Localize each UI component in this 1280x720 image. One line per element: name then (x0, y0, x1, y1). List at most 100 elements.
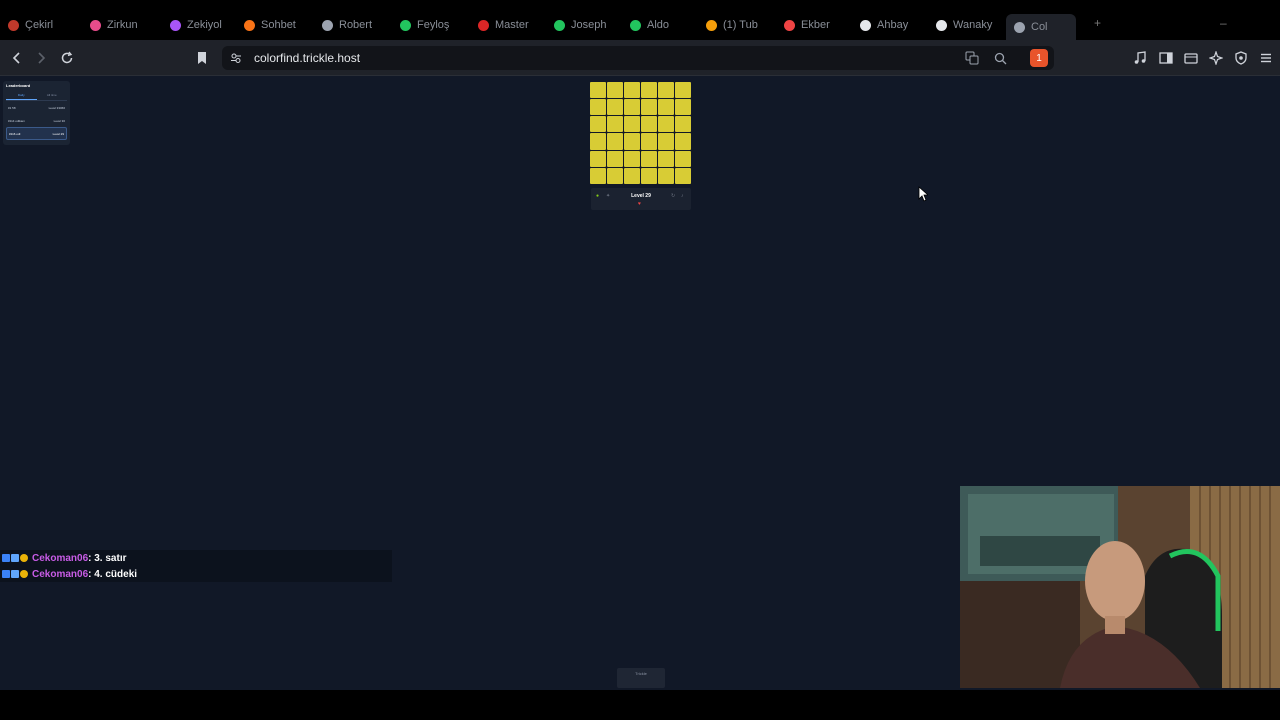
grid-tile[interactable] (641, 82, 657, 99)
grid-tile[interactable] (590, 150, 606, 167)
browser-toolbar: colorfind.trickle.host 1 (0, 40, 1280, 76)
tab-favicon (630, 19, 641, 31)
badge-icon (11, 554, 19, 562)
sound-icon[interactable]: ♪ (681, 193, 684, 199)
leo-ai-icon[interactable] (1206, 48, 1226, 68)
tab-label: Wanaky (953, 19, 993, 31)
grid-tile[interactable] (675, 82, 691, 99)
grid-tile[interactable] (658, 133, 674, 150)
browser-tab[interactable]: Zirkun (90, 14, 154, 36)
heart-icon: ♥ (638, 201, 641, 207)
tab-label: Aldo (647, 19, 670, 31)
grid-tile[interactable] (624, 133, 640, 150)
tab-favicon (400, 19, 411, 31)
browser-tab[interactable]: Çekirl (8, 14, 74, 36)
grid-tile[interactable] (590, 116, 606, 133)
tab-label: Ekber (801, 19, 830, 31)
grid-tile[interactable] (641, 133, 657, 150)
tab-favicon (936, 19, 947, 31)
grid-tile[interactable] (590, 167, 606, 184)
sidebar-icon[interactable] (1156, 48, 1176, 68)
leaderboard-row-current-user: #116 odl Level 29 (6, 127, 67, 140)
brave-shields-icon[interactable]: 1 (1030, 49, 1048, 67)
tab-label: Sohbet (261, 19, 296, 31)
grid-tile[interactable] (658, 82, 674, 99)
browser-tab[interactable]: Feyloş (400, 14, 464, 36)
trickle-badge[interactable]: Trickle (617, 668, 665, 688)
grid-tile[interactable] (641, 167, 657, 184)
address-bar[interactable]: colorfind.trickle.host 1 (222, 46, 1054, 70)
tab-favicon (478, 19, 489, 31)
tab-label: Ahbay (877, 19, 909, 31)
grid-tile[interactable] (590, 99, 606, 116)
grid-tile[interactable] (675, 150, 691, 167)
browser-tab[interactable]: Sohbet (244, 14, 308, 36)
menu-icon[interactable] (1256, 48, 1276, 68)
browser-tab[interactable]: (1) Tub (706, 14, 770, 36)
grid-tile[interactable] (607, 82, 623, 99)
grid-tile[interactable] (658, 167, 674, 184)
grid-tile[interactable] (641, 150, 657, 167)
translate-icon[interactable] (962, 48, 982, 68)
grid-tile[interactable] (658, 150, 674, 167)
browser-tab-active[interactable]: Col (1006, 14, 1076, 40)
grid-tile[interactable] (624, 116, 640, 133)
grid-tile[interactable] (607, 167, 623, 184)
grid-tile[interactable] (675, 99, 691, 116)
tab-favicon (322, 19, 333, 31)
back-icon[interactable] (7, 48, 27, 68)
grid-tile[interactable] (590, 133, 606, 150)
leaderboard-tabs: Daily All time (6, 93, 67, 101)
tab-label: Master (495, 19, 529, 31)
browser-tab[interactable]: Robert (322, 14, 386, 36)
grid-tile[interactable] (624, 167, 640, 184)
grid-tile[interactable] (658, 116, 674, 133)
grid-tile[interactable] (607, 133, 623, 150)
grid-tile[interactable] (590, 82, 606, 99)
grid-tile[interactable] (624, 150, 640, 167)
browser-tab[interactable]: Joseph (554, 14, 618, 36)
browser-tab[interactable]: Aldo (630, 14, 694, 36)
tab-favicon (784, 19, 795, 31)
grid-tile[interactable] (641, 99, 657, 116)
grid-tile[interactable] (607, 150, 623, 167)
browser-tab[interactable]: Ekber (784, 14, 848, 36)
badge-icon (2, 570, 10, 578)
vpn-shield-icon[interactable] (1231, 48, 1251, 68)
grid-tile[interactable] (641, 116, 657, 133)
trickle-badge-label: Trickle (635, 671, 647, 676)
tab-favicon (90, 19, 101, 31)
leaderboard-panel: Leaderboard Daily All time #1 58 Level 3… (3, 81, 70, 145)
grid-tile[interactable] (624, 99, 640, 116)
tab-label: Feyloş (417, 19, 450, 31)
badge-icon (2, 554, 10, 562)
reload-icon[interactable] (57, 48, 77, 68)
tab-daily[interactable]: Daily (6, 93, 37, 100)
minimize-icon[interactable]: – (1220, 16, 1227, 30)
grid-tile[interactable] (675, 133, 691, 150)
grid-tile[interactable] (607, 99, 623, 116)
new-tab-icon[interactable]: + (1094, 16, 1101, 30)
chat-message: Cekoman06 : 4. cüdeki (0, 566, 392, 582)
restart-icon[interactable]: ↻ (671, 193, 675, 199)
tab-favicon (554, 19, 565, 31)
tab-all-time[interactable]: All time (37, 93, 68, 100)
forward-icon[interactable] (31, 48, 51, 68)
grid-tile[interactable] (658, 99, 674, 116)
browser-tab[interactable]: Zekiyol (170, 14, 234, 36)
bookmark-icon[interactable] (192, 48, 212, 68)
zoom-icon[interactable] (990, 48, 1010, 68)
browser-tab[interactable]: Master (478, 14, 542, 36)
tab-label: Çekirl (25, 19, 54, 31)
tab-favicon (860, 19, 871, 31)
browser-tab[interactable]: Ahbay (860, 14, 924, 36)
browser-tab[interactable]: Wanaky (936, 14, 1000, 36)
site-settings-icon[interactable] (226, 48, 246, 68)
grid-tile[interactable] (675, 116, 691, 133)
media-icon[interactable] (1130, 48, 1150, 68)
grid-tile[interactable] (675, 167, 691, 184)
tab-label: Zekiyol (187, 19, 222, 31)
grid-tile[interactable] (624, 82, 640, 99)
wallet-icon[interactable] (1181, 48, 1201, 68)
grid-tile[interactable] (607, 116, 623, 133)
